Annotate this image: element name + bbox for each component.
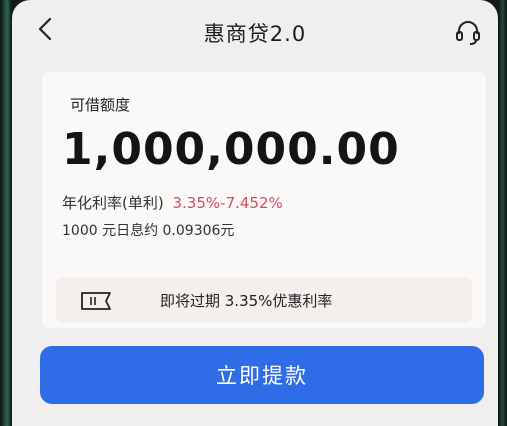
limit-amount: 1,000,000.00 [62,124,400,175]
rate-value: 3.35%-7.452% [172,194,283,212]
limit-label: 可借额度 [70,96,131,114]
coupon-banner[interactable]: 即将过期 3.35%优惠利率 [56,278,472,322]
loan-limit-card: 可借额度 1,000,000.00 年化利率(单利) 3.35%-7.452% … [42,72,486,328]
device-bezel-left [0,0,12,426]
ticket-icon [81,292,111,310]
device-bezel-right [498,0,507,426]
top-nav-bar: 惠商贷2.0 [12,0,498,66]
coupon-text: 即将过期 3.35%优惠利率 [160,292,333,310]
back-arrow-icon[interactable] [34,16,60,42]
page-title: 惠商贷2.0 [203,22,307,46]
withdraw-now-button[interactable]: 立即提款 [40,346,484,404]
customer-service-headset-icon[interactable] [454,18,482,46]
rate-label: 年化利率(单利) [62,194,164,212]
annual-rate-row: 年化利率(单利) 3.35%-7.452% [62,192,283,213]
daily-interest-text: 1000 元日息约 0.09306元 [62,223,235,239]
app-screen: 惠商贷2.0 可借额度 1,000,000.00 年化利率(单利) 3.35%-… [12,0,498,426]
